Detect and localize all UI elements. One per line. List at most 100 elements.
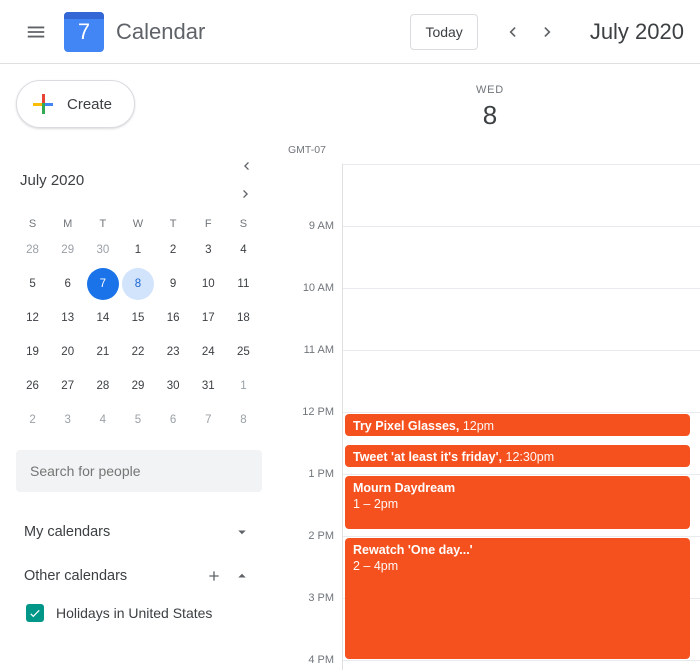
main-menu-button[interactable] <box>16 12 56 52</box>
mini-day-cell[interactable]: 23 <box>157 336 189 368</box>
hour-label: 4 PM <box>308 654 334 666</box>
hour-label: 12 PM <box>302 406 334 418</box>
mini-dow-cell: S <box>227 214 260 234</box>
mini-day-cell[interactable]: 20 <box>52 336 84 368</box>
mini-calendar-header: July 2020 <box>20 152 260 208</box>
hour-line <box>343 474 700 475</box>
create-label: Create <box>67 96 112 113</box>
mini-day-cell[interactable]: 1 <box>227 370 259 402</box>
app-name: Calendar <box>116 19 205 45</box>
time-grid[interactable]: 9 AM10 AM11 AM12 PM1 PM2 PM3 PM4 PM5 PM … <box>280 164 700 670</box>
mini-day-cell[interactable]: 30 <box>87 234 119 266</box>
mini-dow-cell: F <box>192 214 225 234</box>
mini-day-cell[interactable]: 19 <box>17 336 49 368</box>
mini-day-cell[interactable]: 8 <box>122 268 154 300</box>
hour-label: 11 AM <box>304 344 334 356</box>
hour-line <box>343 536 700 537</box>
mini-day-cell[interactable]: 15 <box>122 302 154 334</box>
check-icon <box>28 606 42 620</box>
mini-day-cell[interactable]: 28 <box>87 370 119 402</box>
time-gutter: 9 AM10 AM11 AM12 PM1 PM2 PM3 PM4 PM5 PM <box>280 164 340 670</box>
calendar-list-item[interactable]: Holidays in United States <box>14 598 260 628</box>
mini-calendar-title: July 2020 <box>20 172 232 189</box>
calendar-event[interactable]: Rewatch 'One day...'2 – 4pm <box>345 538 690 659</box>
today-button[interactable]: Today <box>410 14 477 50</box>
hamburger-icon <box>25 21 47 43</box>
mini-day-cell[interactable]: 29 <box>52 234 84 266</box>
mini-day-cell[interactable]: 6 <box>157 404 189 436</box>
mini-day-cell[interactable]: 26 <box>17 370 49 402</box>
mini-day-cell[interactable]: 17 <box>192 302 224 334</box>
event-title: Rewatch 'One day...' <box>353 543 473 557</box>
mini-day-cell[interactable]: 4 <box>87 404 119 436</box>
sidebar: Create July 2020 SMTWTFS 282930123456789… <box>0 64 280 670</box>
chevron-left-icon <box>238 157 254 175</box>
mini-day-cell[interactable]: 5 <box>17 268 49 300</box>
mini-day-cell[interactable]: 2 <box>157 234 189 266</box>
mini-day-cell[interactable]: 30 <box>157 370 189 402</box>
mini-day-cell[interactable]: 11 <box>227 268 259 300</box>
calendar-logo-icon: 7 <box>64 12 104 52</box>
create-button[interactable]: Create <box>16 80 135 128</box>
event-title: Try Pixel Glasses, <box>353 419 459 433</box>
calendar-event[interactable]: Try Pixel Glasses, 12pm <box>345 414 690 436</box>
plus-icon <box>206 566 222 586</box>
other-calendars-section[interactable]: Other calendars <box>14 554 260 598</box>
day-view: WED 8 GMT-07 9 AM10 AM11 AM12 PM1 PM2 PM… <box>280 64 700 670</box>
mini-day-cell[interactable]: 29 <box>122 370 154 402</box>
mini-day-cell[interactable]: 5 <box>122 404 154 436</box>
mini-day-cell[interactable]: 4 <box>227 234 259 266</box>
hour-label: 9 AM <box>309 220 334 232</box>
mini-next-month-button[interactable] <box>232 180 260 208</box>
hour-line <box>343 660 700 661</box>
prev-period-button[interactable] <box>494 14 530 50</box>
day-header: WED 8 <box>280 64 700 131</box>
mini-day-cell[interactable]: 6 <box>52 268 84 300</box>
event-time: 12:30pm <box>506 450 555 464</box>
mini-day-cell[interactable]: 12 <box>17 302 49 334</box>
chevron-down-icon <box>228 518 256 546</box>
calendar-checkbox[interactable] <box>26 604 44 622</box>
mini-day-cell[interactable]: 13 <box>52 302 84 334</box>
event-time: 12pm <box>463 419 494 433</box>
other-calendars-label: Other calendars <box>24 568 200 584</box>
mini-day-cell[interactable]: 2 <box>17 404 49 436</box>
mini-calendar-dow-row: SMTWTFS <box>16 214 260 234</box>
mini-day-cell[interactable]: 7 <box>192 404 224 436</box>
mini-day-cell[interactable]: 9 <box>157 268 189 300</box>
hour-label: 2 PM <box>308 530 334 542</box>
mini-day-cell[interactable]: 22 <box>122 336 154 368</box>
google-plus-icon <box>31 92 55 116</box>
add-other-calendar-button[interactable] <box>200 562 228 590</box>
mini-day-cell[interactable]: 7 <box>87 268 119 300</box>
day-of-week-label: WED <box>280 84 700 96</box>
mini-day-cell[interactable]: 21 <box>87 336 119 368</box>
mini-day-cell[interactable]: 18 <box>227 302 259 334</box>
mini-day-cell[interactable]: 1 <box>122 234 154 266</box>
mini-dow-cell: T <box>86 214 119 234</box>
chevron-right-icon <box>238 185 254 203</box>
calendar-event[interactable]: Mourn Daydream1 – 2pm <box>345 476 690 529</box>
calendar-event[interactable]: Tweet 'at least it's friday', 12:30pm <box>345 445 690 467</box>
mini-day-cell[interactable]: 10 <box>192 268 224 300</box>
event-time: 1 – 2pm <box>353 496 682 512</box>
event-column[interactable]: Try Pixel Glasses, 12pm Tweet 'at least i… <box>342 164 700 670</box>
hour-line <box>343 226 700 227</box>
mini-prev-month-button[interactable] <box>232 152 260 180</box>
mini-day-cell[interactable]: 25 <box>227 336 259 368</box>
mini-day-cell[interactable]: 16 <box>157 302 189 334</box>
my-calendars-section[interactable]: My calendars <box>14 510 260 554</box>
next-period-button[interactable] <box>530 14 566 50</box>
mini-calendar-grid: 2829301234567891011121314151617181920212… <box>16 234 260 436</box>
mini-day-cell[interactable]: 28 <box>17 234 49 266</box>
mini-day-cell[interactable]: 3 <box>52 404 84 436</box>
hour-label: 10 AM <box>303 282 334 294</box>
mini-day-cell[interactable]: 31 <box>192 370 224 402</box>
event-time: 2 – 4pm <box>353 558 682 574</box>
mini-day-cell[interactable]: 3 <box>192 234 224 266</box>
mini-day-cell[interactable]: 24 <box>192 336 224 368</box>
mini-day-cell[interactable]: 27 <box>52 370 84 402</box>
mini-day-cell[interactable]: 14 <box>87 302 119 334</box>
mini-day-cell[interactable]: 8 <box>227 404 259 436</box>
search-people-input[interactable] <box>16 450 262 492</box>
